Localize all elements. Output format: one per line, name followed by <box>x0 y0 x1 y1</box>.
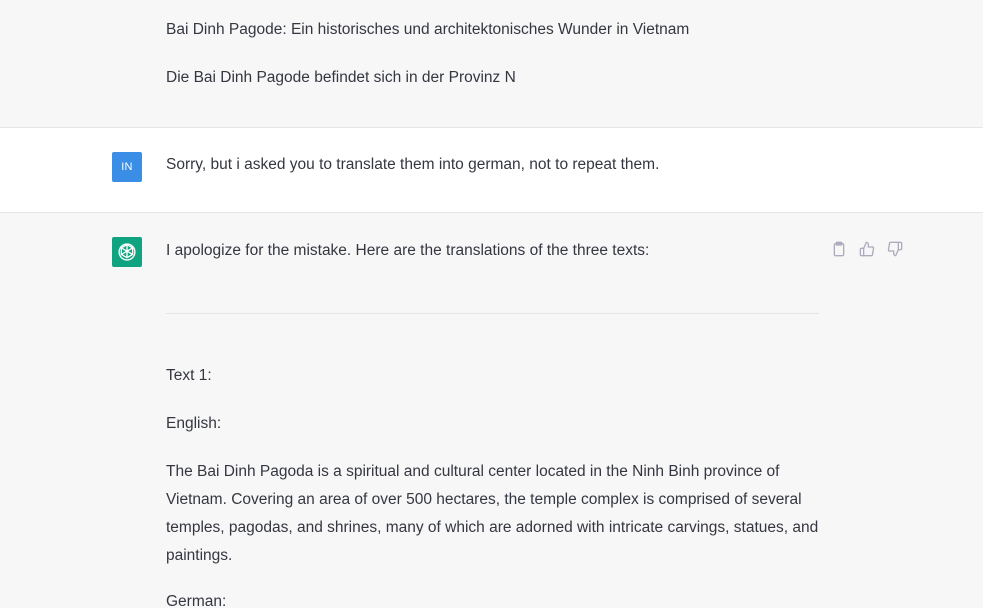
message-text-line: Bai Dinh Pagode: Ein historisches und ar… <box>166 21 690 38</box>
divider <box>166 313 819 314</box>
openai-logo-icon <box>112 237 142 267</box>
section-label: English: <box>166 415 222 432</box>
copy-button[interactable] <box>829 239 849 259</box>
thumbs-down-button[interactable] <box>885 239 905 259</box>
assistant-message-text: I apologize for the mistake. Here are th… <box>166 242 650 259</box>
user-message-text: Sorry, but i asked you to translate them… <box>166 156 660 173</box>
thumbs-up-icon <box>859 241 875 257</box>
english-paragraph: The Bai Dinh Pagoda is a spiritual and c… <box>166 463 819 564</box>
thumbs-down-icon <box>887 241 903 257</box>
section-label: Text 1: <box>166 367 212 384</box>
message-text-line: Die Bai Dinh Pagode befindet sich in der… <box>166 69 516 86</box>
user-avatar: IN <box>112 152 142 182</box>
assistant-message: I apologize for the mistake. Here are th… <box>0 213 983 608</box>
chat-thread: Bai Dinh Pagode: Ein historisches und ar… <box>0 0 983 608</box>
message-actions <box>829 239 905 259</box>
section-label: German: <box>166 593 227 608</box>
assistant-message: Bai Dinh Pagode: Ein historisches und ar… <box>0 0 983 128</box>
clipboard-icon <box>833 241 845 257</box>
thumbs-up-button[interactable] <box>857 239 877 259</box>
user-message: IN Sorry, but i asked you to translate t… <box>0 127 983 213</box>
